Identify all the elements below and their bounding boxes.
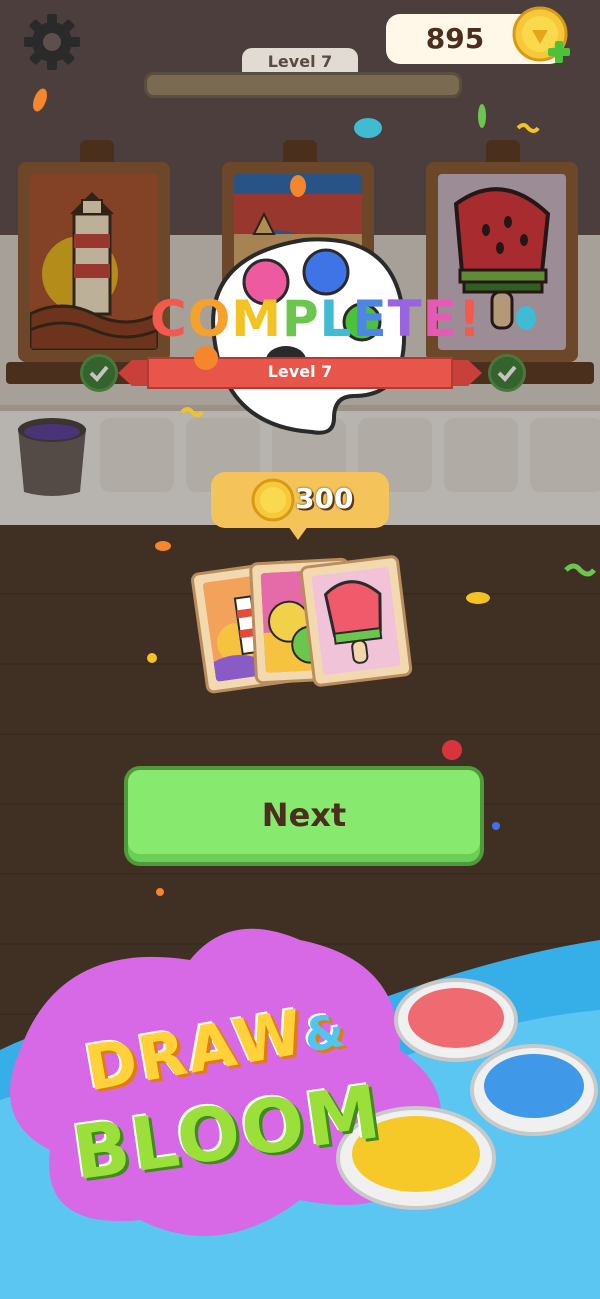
complete-title-text: COMPLETE! (150, 290, 482, 348)
complete-title-letter: ! (457, 290, 482, 348)
next-button-label: Next (261, 796, 347, 834)
complete-title-letter: L (319, 290, 353, 348)
complete-title-letter: E (422, 290, 458, 348)
level-progress-bar (144, 72, 462, 98)
coin-plus-icon (512, 6, 570, 63)
logo-ampersand: & (299, 1002, 351, 1063)
card-art (311, 566, 401, 676)
complete-title-letter: T (387, 290, 423, 348)
ribbon-level-label: Level 7 (267, 362, 333, 381)
reward-pointer (288, 526, 308, 540)
complete-title-letter: E (352, 290, 388, 348)
coin-count: 895 (425, 22, 485, 55)
next-button[interactable]: Next (124, 766, 484, 866)
complete-title-letter: M (231, 290, 282, 348)
reward-amount: 300 (295, 482, 354, 515)
reward-badge: 300 (211, 472, 389, 528)
add-coins-button[interactable] (512, 6, 574, 68)
level-ribbon: Level 7 (118, 356, 482, 390)
settings-button[interactable] (18, 8, 86, 76)
complete-title-letter: O (187, 290, 232, 348)
coin-icon (251, 478, 295, 522)
painting-card-popsicle (298, 554, 414, 688)
complete-title-letter: C (150, 290, 188, 348)
complete-title-letter: P (281, 290, 320, 348)
gear-icon (24, 14, 80, 70)
complete-title: COMPLETE! (150, 290, 481, 360)
